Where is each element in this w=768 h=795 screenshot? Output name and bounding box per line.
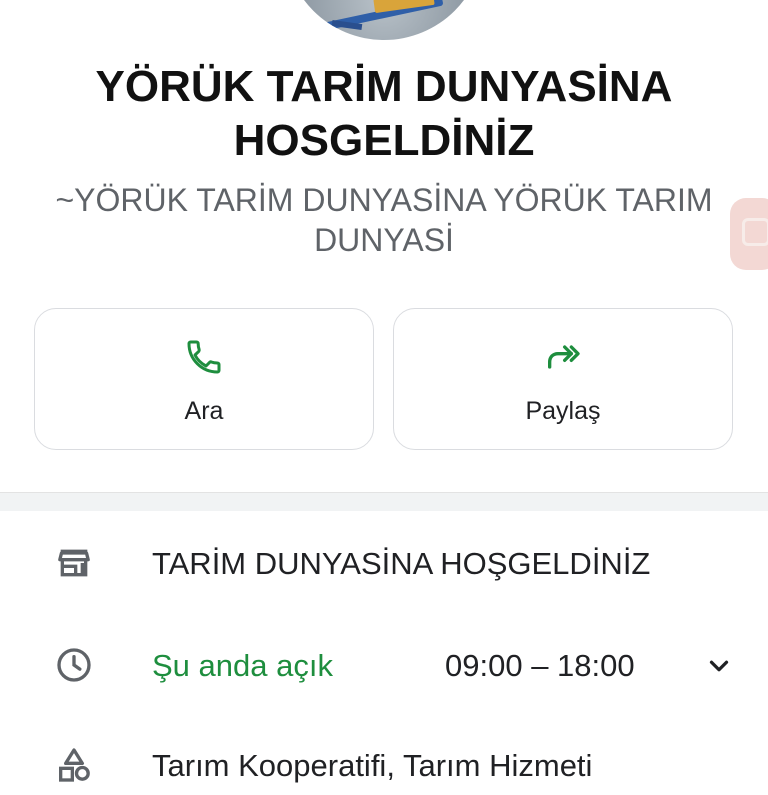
profile-photo[interactable] bbox=[284, 0, 484, 40]
opening-hours: 09:00 – 18:00 bbox=[445, 648, 635, 683]
category-row[interactable]: Tarım Kooperatifi, Tarım Hizmeti bbox=[0, 735, 768, 795]
app-glyph-icon bbox=[742, 218, 768, 246]
chevron-down-icon[interactable] bbox=[704, 651, 734, 681]
category-text: Tarım Kooperatifi, Tarım Hizmeti bbox=[152, 748, 593, 783]
business-subtitle: ~YÖRÜK TARİM DUNYASİNA YÖRÜK TARIM DUNYA… bbox=[55, 182, 713, 258]
floating-app-icon[interactable] bbox=[730, 198, 768, 270]
store-icon bbox=[58, 549, 90, 577]
call-button[interactable]: Ara bbox=[34, 308, 374, 450]
business-title: YÖRÜK TARİM DUNYASİNA HOSGELDİNİZ bbox=[95, 62, 673, 165]
open-status: Şu anda açık bbox=[152, 648, 333, 683]
hours-row[interactable]: Şu anda açık 09:00 – 18:00 bbox=[0, 635, 768, 695]
clock-icon bbox=[57, 648, 91, 682]
section-divider bbox=[0, 492, 768, 511]
call-label: Ara bbox=[184, 397, 224, 425]
business-name-row[interactable]: TARİM DUNYASİNA HOŞGELDİNİZ bbox=[0, 533, 768, 593]
share-label: Paylaş bbox=[525, 397, 601, 425]
business-name-text: TARİM DUNYASİNA HOŞGELDİNİZ bbox=[152, 546, 651, 581]
share-icon bbox=[548, 345, 580, 369]
phone-icon bbox=[187, 340, 221, 374]
share-button[interactable]: Paylaş bbox=[393, 308, 733, 450]
category-icon bbox=[59, 748, 90, 782]
